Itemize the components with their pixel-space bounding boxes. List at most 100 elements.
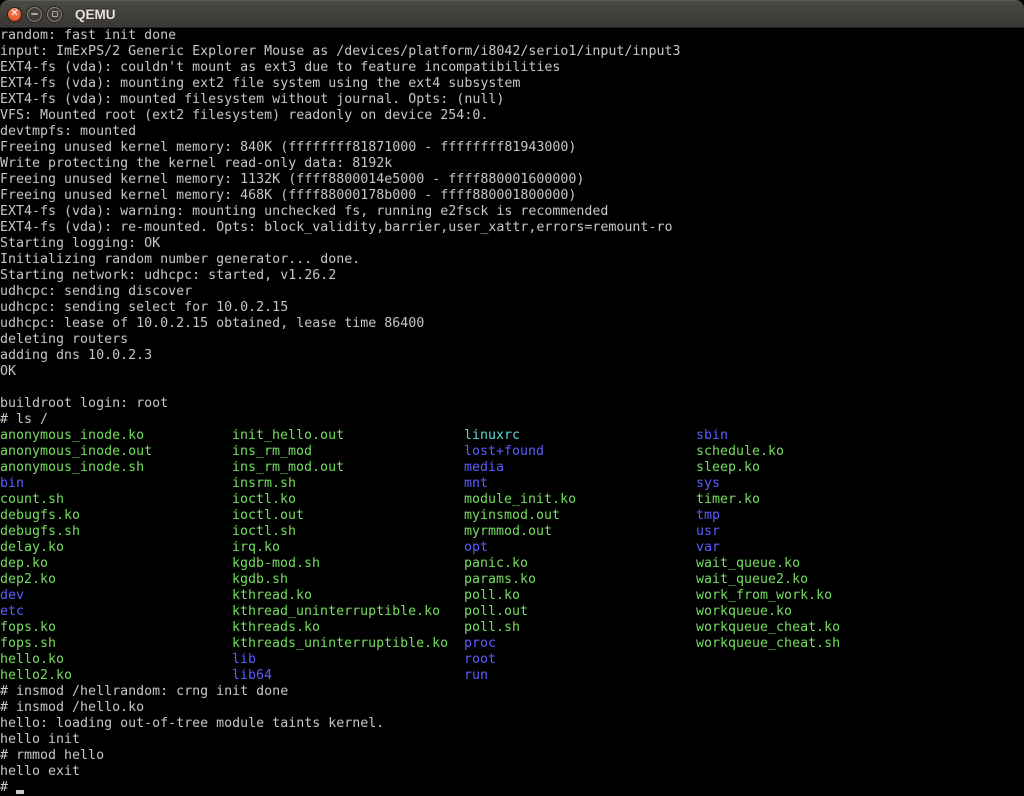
console-line: hello.kolibroot <box>0 652 1024 668</box>
minimize-button[interactable] <box>27 7 42 22</box>
console-line: fops.sh kthreads_uninterruptible.ko proc wo… <box>0 636 1024 652</box>
console-text: Freeing unused kernel memory: 840K (ffff… <box>0 140 576 155</box>
console-line: Starting network: udhcpc: started, v1.26… <box>0 268 1024 284</box>
ls-entry: media <box>464 460 504 476</box>
ls-entry: debugfs.ko <box>0 508 80 524</box>
console-text: # insmod /hello.ko <box>0 700 144 715</box>
console-line: bininsrm.shmntsys <box>0 476 1024 492</box>
ls-entry: lost+found <box>464 444 544 460</box>
ls-entry: tmp <box>696 508 720 524</box>
console-line: input: ImExPS/2 Generic Explorer Mouse a… <box>0 44 1024 60</box>
console-line: hello init <box>0 732 1024 748</box>
maximize-icon <box>52 11 58 17</box>
qemu-window: ✕ QEMU random: fast init doneinput: ImEx… <box>0 0 1024 796</box>
console-line: # insmod /hello.ko <box>0 700 1024 716</box>
console-line: hello2.ko lib64 run <box>0 668 1024 684</box>
console-line: adding dns 10.0.2.3 <box>0 348 1024 364</box>
ls-entry: hello2.ko <box>0 668 72 684</box>
ls-entry: panic.ko <box>464 556 528 572</box>
ls-entry: sbin <box>696 428 728 444</box>
console-line: anonymous_inode.ko init_hello.out linuxrc s… <box>0 428 1024 444</box>
ls-entry: delay.ko <box>0 540 64 556</box>
console-text: Freeing unused kernel memory: 468K (ffff… <box>0 188 576 203</box>
ls-entry: lib64 <box>232 668 272 684</box>
ls-entry: anonymous_inode.ko <box>0 428 144 444</box>
console-text: devtmpfs: mounted <box>0 124 136 139</box>
ls-entry: wait_queue.ko <box>696 556 800 572</box>
ls-entry: irq.ko <box>232 540 280 556</box>
console-line: debugfs.koioctl.outmyinsmod.outtmp <box>0 508 1024 524</box>
ls-entry: ins_rm_mod.out <box>232 460 344 476</box>
console-line: Write protecting the kernel read-only da… <box>0 156 1024 172</box>
ls-entry: dev <box>0 588 24 604</box>
ls-entry: init_hello.out <box>232 428 344 444</box>
console-line: fops.kokthreads.kopoll.shworkqueue_cheat… <box>0 620 1024 636</box>
ls-entry: myrmmod.out <box>464 524 552 540</box>
ls-entry: sleep.ko <box>696 460 760 476</box>
console-line: buildroot login: root <box>0 396 1024 412</box>
ls-entry: poll.ko <box>464 588 520 604</box>
ls-entry: root <box>464 652 496 668</box>
ls-entry: kthreads_uninterruptible.ko <box>232 636 448 652</box>
console-line: Initializing random number generator... … <box>0 252 1024 268</box>
console-output[interactable]: random: fast init doneinput: ImExPS/2 Ge… <box>0 28 1024 796</box>
console-text: hello: loading out-of-tree module taints… <box>0 716 384 731</box>
ls-entry: myinsmod.out <box>464 508 560 524</box>
console-line: udhcpc: sending select for 10.0.2.15 <box>0 300 1024 316</box>
close-icon: ✕ <box>10 9 18 19</box>
console-line: etckthread_uninterruptible.kopoll.outwor… <box>0 604 1024 620</box>
close-button[interactable]: ✕ <box>7 7 22 22</box>
console-line: anonymous_inode.shins_rm_mod.outmediasle… <box>0 460 1024 476</box>
ls-entry: kthreads.ko <box>232 620 320 636</box>
console-line: EXT4-fs (vda): re-mounted. Opts: block_v… <box>0 220 1024 236</box>
console-line: Freeing unused kernel memory: 840K (ffff… <box>0 140 1024 156</box>
ls-entry: kthread_uninterruptible.ko <box>232 604 440 620</box>
console-line: Freeing unused kernel memory: 468K (ffff… <box>0 188 1024 204</box>
ls-entry: sys <box>696 476 720 492</box>
ls-entry: kgdb-mod.sh <box>232 556 320 572</box>
console-line: deleting routers <box>0 332 1024 348</box>
ls-entry: poll.sh <box>464 620 520 636</box>
ls-entry: work_from_work.ko <box>696 588 832 604</box>
ls-entry: mnt <box>464 476 488 492</box>
console-text: EXT4-fs (vda): warning: mounting uncheck… <box>0 204 608 219</box>
console-text: # rmmod hello <box>0 748 104 763</box>
console-line: dep2.kokgdb.shparams.kowait_queue2.ko <box>0 572 1024 588</box>
ls-entry: hello.ko <box>0 652 64 668</box>
console-text: EXT4-fs (vda): mounting ext2 file system… <box>0 76 520 91</box>
ls-entry: params.ko <box>464 572 536 588</box>
ls-entry: debugfs.sh <box>0 524 80 540</box>
window-title: QEMU <box>75 7 116 22</box>
console-line: # ls / <box>0 412 1024 428</box>
ls-entry: usr <box>696 524 720 540</box>
ls-entry: linuxrc <box>464 428 520 444</box>
ls-entry: workqueue.ko <box>696 604 792 620</box>
console-text: OK <box>0 364 16 379</box>
ls-entry: fops.sh <box>0 636 56 652</box>
ls-entry: run <box>464 668 488 684</box>
console-line: EXT4-fs (vda): warning: mounting uncheck… <box>0 204 1024 220</box>
console-line: # insmod /hellrandom: crng init done <box>0 684 1024 700</box>
console-line: devtmpfs: mounted <box>0 124 1024 140</box>
console-text: hello init <box>0 732 80 747</box>
console-text: udhcpc: lease of 10.0.2.15 obtained, lea… <box>0 316 424 331</box>
console-text: # ls / <box>0 412 48 427</box>
console-text: input: ImExPS/2 Generic Explorer Mouse a… <box>0 44 680 59</box>
console-line <box>0 380 1024 396</box>
ls-entry: ins_rm_mod <box>232 444 312 460</box>
ls-entry: proc <box>464 636 496 652</box>
console-line: Starting logging: OK <box>0 236 1024 252</box>
console-text: Freeing unused kernel memory: 1132K (fff… <box>0 172 584 187</box>
console-line: random: fast init done <box>0 28 1024 44</box>
ls-entry: var <box>696 540 720 556</box>
console-line: EXT4-fs (vda): mounting ext2 file system… <box>0 76 1024 92</box>
maximize-button[interactable] <box>47 7 62 22</box>
console-line: Freeing unused kernel memory: 1132K (fff… <box>0 172 1024 188</box>
console-text: deleting routers <box>0 332 128 347</box>
ls-entry: insrm.sh <box>232 476 296 492</box>
ls-entry: workqueue_cheat.sh <box>696 636 840 652</box>
console-text: Starting network: udhcpc: started, v1.26… <box>0 268 336 283</box>
ls-entry: opt <box>464 540 488 556</box>
text-cursor <box>16 790 24 794</box>
ls-entry: schedule.ko <box>696 444 784 460</box>
